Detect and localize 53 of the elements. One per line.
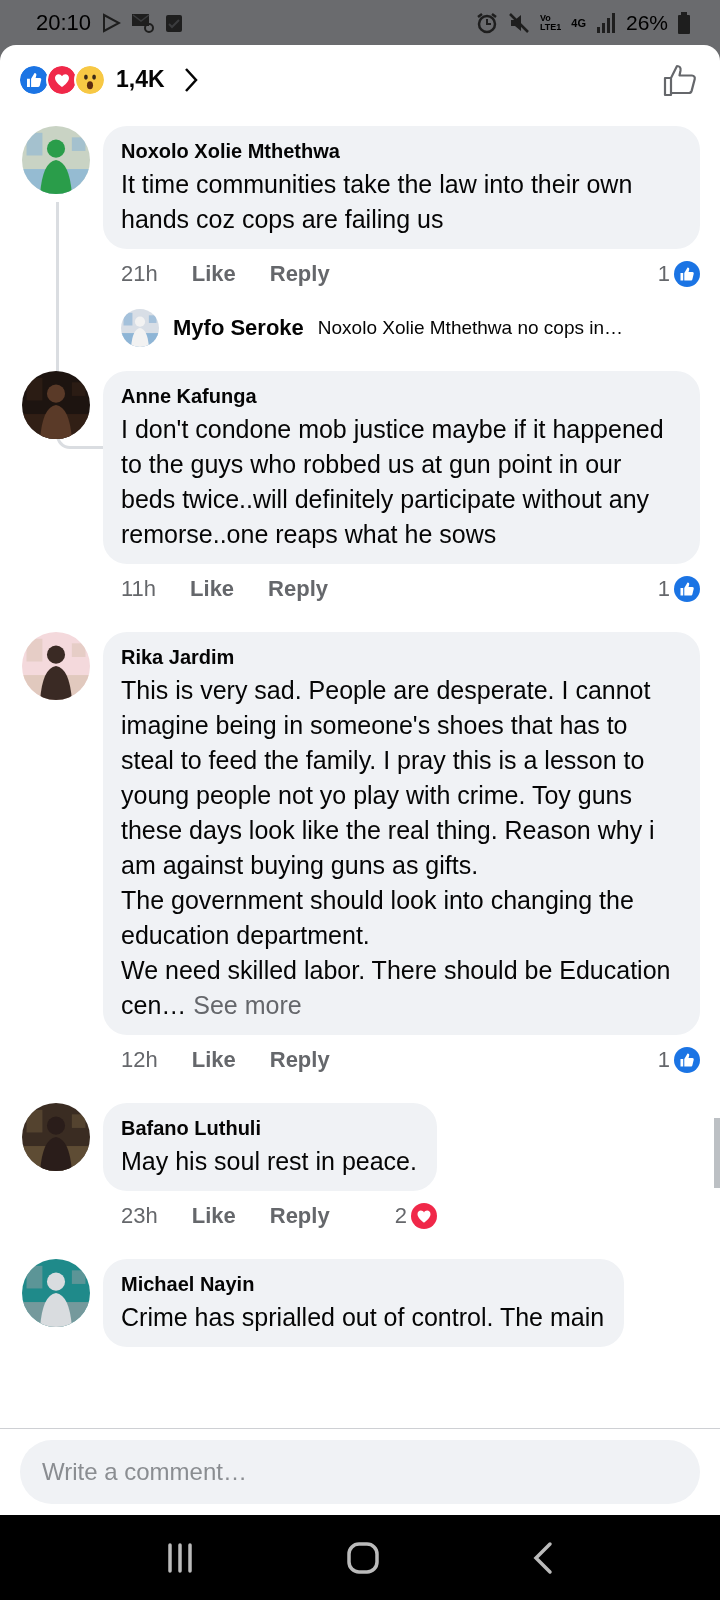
like-icon bbox=[674, 261, 700, 288]
mute-icon bbox=[507, 11, 530, 34]
back-icon[interactable] bbox=[532, 1540, 554, 1575]
reaction-count: 1 bbox=[657, 576, 670, 603]
home-icon[interactable] bbox=[346, 1540, 380, 1575]
like-icon bbox=[674, 576, 700, 603]
like-link[interactable]: Like bbox=[191, 1203, 236, 1230]
play-triangle-icon bbox=[101, 12, 122, 33]
like-link[interactable]: Like bbox=[190, 576, 235, 603]
reply-link[interactable]: Reply bbox=[269, 1203, 330, 1230]
comment-text: Crime has sprialled out of control. The main bbox=[121, 1302, 605, 1334]
reaction-count: 1 bbox=[657, 1047, 670, 1074]
commenter-name[interactable]: Rika Jardim bbox=[121, 646, 680, 670]
clock-time: 20:10 bbox=[36, 9, 92, 36]
like-link[interactable]: Like bbox=[191, 1047, 236, 1074]
reply-link[interactable]: Reply bbox=[269, 1047, 330, 1074]
signal-icon bbox=[595, 12, 616, 33]
commenter-name[interactable]: Michael Nayin bbox=[121, 1273, 605, 1297]
comment-time: 11h bbox=[121, 576, 157, 603]
lte-label: LTE1 bbox=[539, 22, 562, 32]
commenter-name[interactable]: Anne Kafunga bbox=[121, 385, 680, 409]
comment-time: 21h bbox=[121, 261, 158, 288]
battery-icon bbox=[678, 11, 690, 34]
reply-link[interactable]: Reply bbox=[269, 261, 330, 288]
like-link[interactable]: Like bbox=[191, 261, 236, 288]
reaction-count: 1 bbox=[657, 261, 670, 288]
wow-face-icon bbox=[74, 63, 106, 96]
comment-text: May his soul rest in peace. bbox=[121, 1146, 417, 1178]
checkbox-icon bbox=[165, 12, 184, 33]
volte-label: Vo bbox=[539, 13, 552, 23]
reply-author[interactable]: Myfo Seroke bbox=[173, 315, 304, 342]
comment-text: This is very sad. People are desperate. I cannot imagine being in someone's shoes that has to steal to feed the family. I pray this is a lesson to young people not yo play with crime. Toy guns these days look like the real thing. Reason why i am against buying guns as gifts. The government should look into changing the education department. We need skilled labor. There should be Education cen… See more bbox=[121, 675, 672, 1022]
comment-time: 12h bbox=[121, 1047, 158, 1074]
network-label: 4G bbox=[571, 16, 586, 29]
reaction-count: 2 bbox=[394, 1203, 407, 1230]
see-more-link[interactable]: See more bbox=[193, 991, 302, 1020]
like-icon bbox=[674, 1047, 700, 1074]
commenter-name[interactable]: Noxolo Xolie Mthethwa bbox=[121, 140, 680, 164]
alarm-clock-icon bbox=[475, 11, 498, 34]
recents-icon[interactable] bbox=[166, 1542, 194, 1573]
battery-percent: 26% bbox=[625, 10, 668, 35]
mail-gear-icon bbox=[131, 11, 156, 34]
reply-preview[interactable]: Noxolo Xolie Mthethwa no cops in… bbox=[317, 317, 624, 340]
comment-input[interactable]: Write a comment… bbox=[20, 1440, 700, 1504]
comment-text: I don't condone mob justice maybe if it happened to the guys who robbed us at gun point in our beds twice..will definitely participate without any remorse..one reaps what he sows bbox=[121, 414, 665, 551]
comment-text: It time communities take the law into their own hands coz cops are failing us bbox=[121, 169, 634, 236]
reply-link[interactable]: Reply bbox=[268, 576, 329, 603]
commenter-name[interactable]: Bafano Luthuli bbox=[121, 1117, 417, 1141]
reaction-count[interactable]: 1,4K bbox=[116, 66, 165, 94]
heart-icon bbox=[46, 63, 78, 96]
scrollbar bbox=[714, 1118, 720, 1188]
like-icon bbox=[18, 63, 50, 96]
comment-time: 23h bbox=[121, 1203, 158, 1230]
